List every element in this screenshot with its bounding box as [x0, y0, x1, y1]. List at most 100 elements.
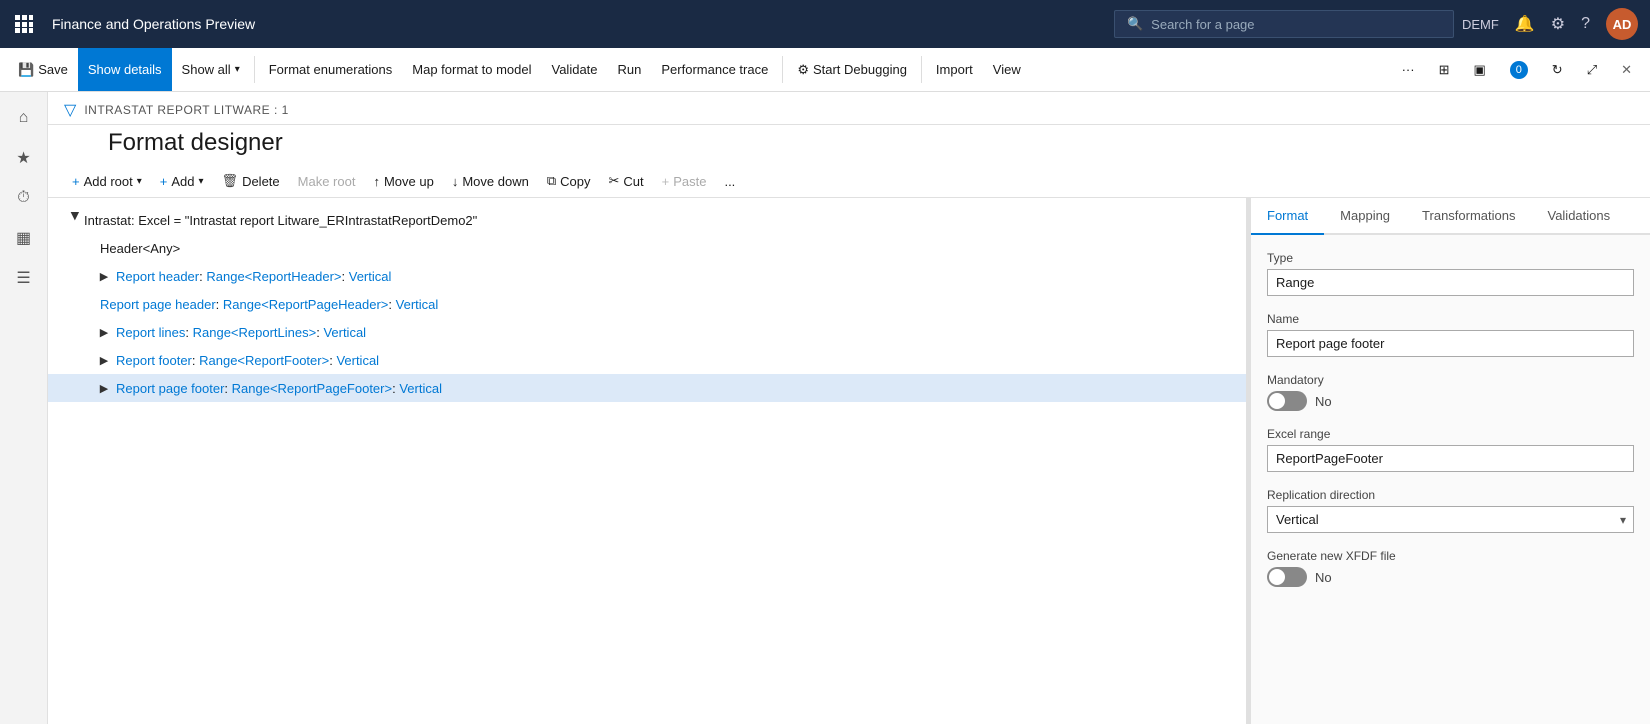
move-up-button[interactable]: ↑ Move up [365, 170, 441, 193]
add-button[interactable]: + Add ▾ [152, 170, 212, 193]
replication-label: Replication direction [1267, 488, 1634, 502]
name-label: Name [1267, 312, 1634, 326]
tree-item-report-header[interactable]: ▶ Report header: Range<ReportHeader>: Ve… [48, 262, 1246, 290]
tab-transformations[interactable]: Transformations [1406, 198, 1531, 235]
delete-icon: 🗑 [222, 173, 239, 189]
grid-view-button[interactable]: ⊞ [1429, 62, 1460, 78]
app-title: Finance and Operations Preview [44, 16, 1106, 32]
type-input[interactable] [1267, 269, 1634, 296]
mandatory-toggle-row: No [1267, 391, 1634, 411]
prop-generate-xfdf: Generate new XFDF file No [1267, 549, 1634, 587]
main-layout: ⌂ ★ ⏱ ▦ ☰ ▽ INTRASTAT REPORT LITWARE : 1… [0, 92, 1650, 724]
report-page-header-expander: ▶ [80, 296, 96, 312]
tree-item-report-page-header-label: Report page header: Range<ReportPageHead… [100, 297, 438, 312]
save-icon: 💾 [18, 62, 34, 78]
filter-icon[interactable]: ▽ [64, 100, 76, 120]
excel-range-input[interactable] [1267, 445, 1634, 472]
tree-item-header-label: Header<Any> [100, 241, 180, 256]
format-enumerations-button[interactable]: Format enumerations [259, 48, 403, 91]
avatar[interactable]: AD [1606, 8, 1638, 40]
report-header-expander[interactable]: ▶ [96, 268, 112, 284]
name-input[interactable] [1267, 330, 1634, 357]
move-up-icon: ↑ [373, 174, 380, 189]
tree-root[interactable]: ▶ Intrastat: Excel = "Intrastat report L… [48, 206, 1246, 234]
sidebar-icons: ⌂ ★ ⏱ ▦ ☰ [0, 92, 48, 724]
copy-button[interactable]: ⧉ Copy [539, 169, 599, 193]
tree-item-report-page-footer[interactable]: ▶ Report page footer: Range<ReportPageFo… [48, 374, 1246, 402]
user-region: DEMF [1462, 17, 1499, 32]
start-debugging-button[interactable]: ⚙ Start Debugging [787, 48, 917, 91]
badge-button[interactable]: 0 [1500, 61, 1538, 79]
generate-xfdf-label: Generate new XFDF file [1267, 549, 1634, 563]
report-lines-expander[interactable]: ▶ [96, 324, 112, 340]
tree-item-report-header-label: Report header: Range<ReportHeader>: Vert… [116, 269, 391, 284]
prop-replication: Replication direction Vertical Horizonta… [1267, 488, 1634, 533]
more-toolbar-button[interactable]: ... [716, 170, 743, 193]
tree-item-report-lines-label: Report lines: Range<ReportLines>: Vertic… [116, 325, 366, 340]
more-options-button[interactable]: ··· [1392, 62, 1425, 77]
root-expander[interactable]: ▶ [66, 212, 82, 228]
save-button[interactable]: 💾 Save [8, 48, 78, 91]
tree-root-label: Intrastat: Excel = "Intrastat report Lit… [84, 213, 477, 228]
validate-button[interactable]: Validate [542, 48, 608, 91]
generate-xfdf-toggle[interactable] [1267, 567, 1307, 587]
type-label: Type [1267, 251, 1634, 265]
add-root-button[interactable]: + Add root ▾ [64, 170, 150, 193]
sidebar-star-icon[interactable]: ★ [6, 140, 42, 176]
separator-3 [921, 56, 922, 83]
move-down-button[interactable]: ↓ Move down [444, 170, 537, 193]
notification-icon[interactable]: 🔔 [1515, 14, 1535, 34]
add-chevron: ▾ [199, 176, 204, 187]
replication-select-wrap: Vertical Horizontal None ▾ [1267, 506, 1634, 533]
sidebar-calendar-icon[interactable]: ▦ [6, 220, 42, 256]
settings-icon[interactable]: ⚙ [1551, 14, 1565, 34]
show-all-button[interactable]: Show all ▾ [172, 48, 250, 91]
header-expander: ▶ [80, 240, 96, 256]
add-icon: + [160, 174, 168, 189]
tree-item-report-lines[interactable]: ▶ Report lines: Range<ReportLines>: Vert… [48, 318, 1246, 346]
generate-xfdf-toggle-row: No [1267, 567, 1634, 587]
top-bar-right: DEMF 🔔 ⚙ ? AD [1462, 8, 1638, 40]
sidebar-list-icon[interactable]: ☰ [6, 260, 42, 296]
tab-mapping[interactable]: Mapping [1324, 198, 1406, 235]
maximize-button[interactable]: ⤢ [1577, 62, 1607, 78]
search-box[interactable]: 🔍 Search for a page [1114, 10, 1454, 38]
tree-item-header[interactable]: ▶ Header<Any> [48, 234, 1246, 262]
report-page-footer-expander[interactable]: ▶ [96, 380, 112, 396]
sidebar-clock-icon[interactable]: ⏱ [6, 180, 42, 216]
page-header: ▽ INTRASTAT REPORT LITWARE : 1 [48, 92, 1650, 125]
tree-panel: ▶ Intrastat: Excel = "Intrastat report L… [48, 198, 1246, 724]
breadcrumb: INTRASTAT REPORT LITWARE : 1 [84, 103, 288, 117]
tab-validations[interactable]: Validations [1531, 198, 1626, 235]
properties-content: Type Name Mandatory No [1251, 235, 1650, 724]
run-button[interactable]: Run [608, 48, 652, 91]
mandatory-toggle[interactable] [1267, 391, 1307, 411]
tab-format[interactable]: Format [1251, 198, 1324, 235]
import-button[interactable]: Import [926, 48, 983, 91]
performance-trace-button[interactable]: Performance trace [651, 48, 778, 91]
replication-select[interactable]: Vertical Horizontal None [1267, 506, 1634, 533]
paste-icon: + [662, 174, 670, 189]
separator-2 [782, 56, 783, 83]
map-format-button[interactable]: Map format to model [402, 48, 541, 91]
prop-name: Name [1267, 312, 1634, 357]
report-footer-expander[interactable]: ▶ [96, 352, 112, 368]
view-button[interactable]: View [983, 48, 1031, 91]
grid-icon[interactable] [12, 12, 36, 36]
prop-mandatory: Mandatory No [1267, 373, 1634, 411]
properties-panel: Format Mapping Transformations Validatio… [1250, 198, 1650, 724]
tree-item-report-page-header[interactable]: ▶ Report page header: Range<ReportPageHe… [48, 290, 1246, 318]
help-icon[interactable]: ? [1581, 15, 1590, 33]
show-details-button[interactable]: Show details [78, 48, 172, 91]
paste-button: + Paste [654, 170, 715, 193]
cut-button[interactable]: ✂ Cut [600, 169, 651, 193]
close-button[interactable]: ✕ [1611, 62, 1642, 78]
delete-button[interactable]: 🗑 Delete [214, 169, 288, 193]
tree-item-report-footer[interactable]: ▶ Report footer: Range<ReportFooter>: Ve… [48, 346, 1246, 374]
mandatory-value: No [1315, 394, 1332, 409]
prop-type: Type [1267, 251, 1634, 296]
mandatory-label: Mandatory [1267, 373, 1634, 387]
refresh-button[interactable]: ↻ [1542, 62, 1573, 78]
sidebar-home-icon[interactable]: ⌂ [6, 100, 42, 136]
panel-button[interactable]: ▣ [1463, 62, 1495, 78]
